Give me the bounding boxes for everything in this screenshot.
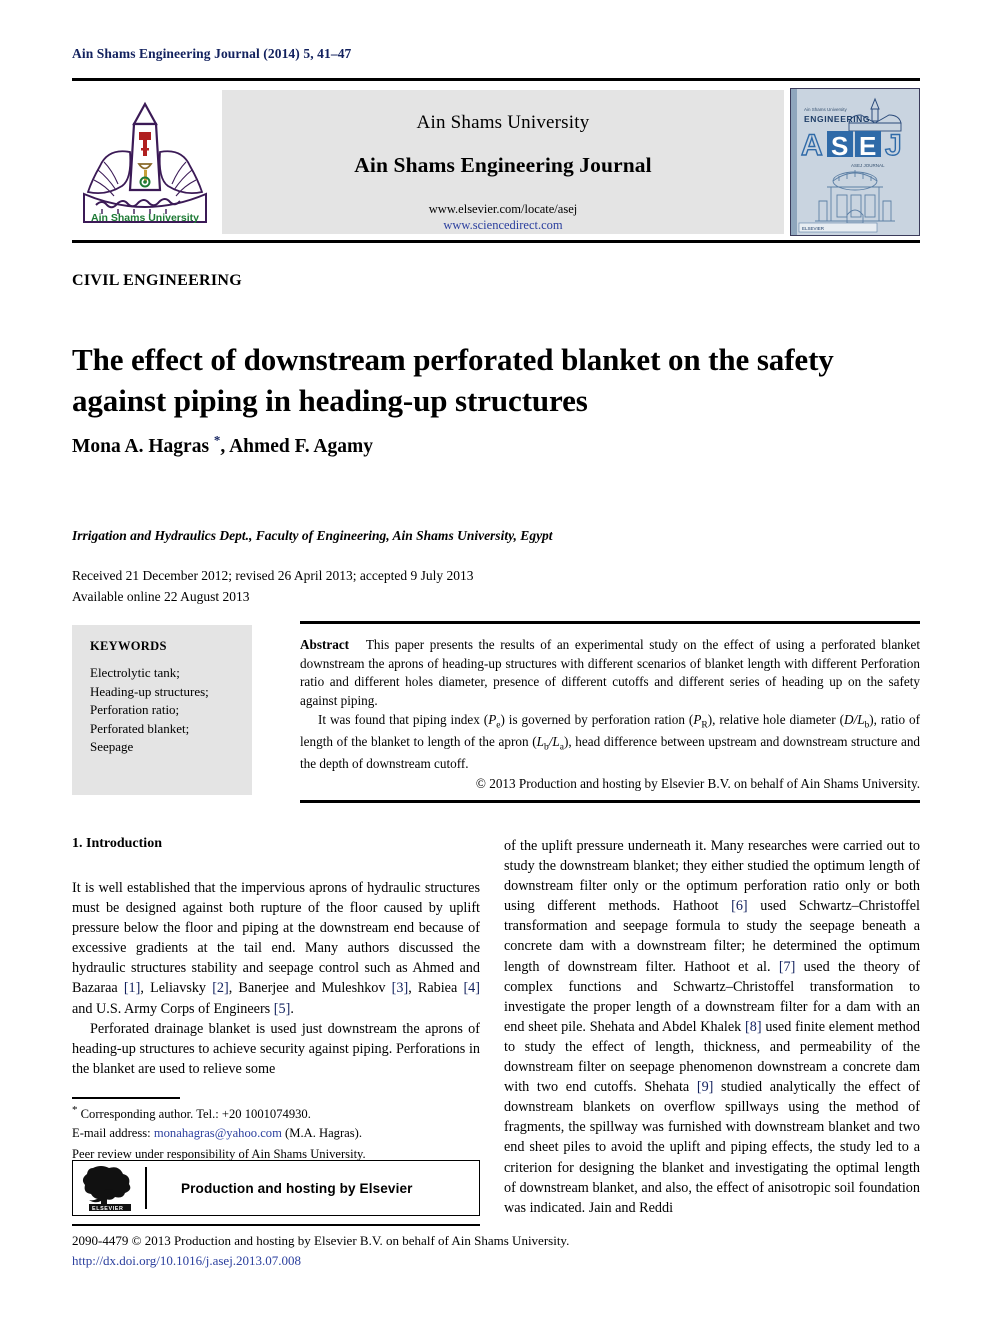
keyword-item: Perforated blanket; — [90, 720, 190, 736]
article-dates: Received 21 December 2012; revised 26 Ap… — [72, 543, 772, 608]
available-online-date: Available online 22 August 2013 — [72, 588, 250, 604]
citation-ref-4[interactable]: [4] — [463, 980, 480, 996]
right-frag-e: studied analytically the effect of downs… — [504, 1079, 921, 1216]
subject-category-label: CIVIL ENGINEERING — [72, 272, 243, 289]
svg-text:ELSEVIER: ELSEVIER — [802, 226, 825, 231]
keyword-item: Heading-up structures; — [90, 683, 209, 699]
keywords-list: Electrolytic tank; Heading-up structures… — [90, 664, 252, 757]
svg-text:ELSEVIER: ELSEVIER — [92, 1206, 123, 1212]
citation-ref-3[interactable]: [3] — [392, 980, 409, 996]
email-label: E-mail address: — [72, 1126, 154, 1141]
intro-frag-d: , Rabiea — [408, 980, 464, 997]
svg-text:S: S — [831, 131, 848, 161]
keywords-panel: KEYWORDS Electrolytic tank; Heading-up s… — [72, 625, 252, 795]
elsevier-production-text: Production and hosting by Elsevier — [181, 1180, 413, 1196]
author-names: Mona A. Hagras *, Ahmed F. Agamy — [72, 432, 374, 457]
keywords-heading: KEYWORDS — [90, 639, 167, 653]
body-column-right: of the uplift pressure underneath it. Ma… — [504, 836, 920, 1218]
symbol-lb2: L — [536, 734, 544, 750]
corresponding-author-note: * Corresponding author. Tel.: +20 100107… — [72, 1102, 482, 1124]
svg-text:J: J — [885, 129, 902, 162]
logo-caption: Ain Shams University — [91, 212, 199, 224]
keyword-item: Electrolytic tank; — [90, 665, 180, 680]
keyword-item: Seepage — [90, 739, 134, 755]
paper-page: Ain Shams Engineering Journal (2014) 5, … — [0, 0, 992, 1323]
abs-frag-b: ) is governed by perforation ration ( — [500, 711, 694, 727]
university-logo: Ain Shams University — [72, 90, 218, 234]
page-title: The effect of downstream perforated blan… — [72, 341, 834, 418]
svg-text:Ain Shams University: Ain Shams University — [804, 107, 848, 112]
citation-ref-5[interactable]: [5] — [274, 1001, 291, 1017]
intro-paragraph-continued: of the uplift pressure underneath it. Ma… — [504, 836, 920, 1218]
elsevier-tree-logo: ELSEVIER — [79, 1164, 141, 1212]
keyword-item: Perforation ratio; — [90, 702, 180, 718]
intro-paragraph-1: It is well established that the impervio… — [72, 878, 480, 1019]
running-head: Ain Shams Engineering Journal (2014) 5, … — [72, 46, 352, 61]
svg-text:A: A — [801, 129, 823, 162]
issn-copyright-line: 2090-4479 © 2013 Production and hosting … — [72, 1233, 570, 1248]
abstract-text-1: This paper presents the results of an ex… — [300, 637, 921, 709]
journal-cover-graphic: Ain Shams University ENGINEERING A S E J… — [791, 89, 919, 235]
abs-frag-a: It was found that piping index ( — [318, 711, 489, 727]
doi-link[interactable]: http://dx.doi.org/10.1016/j.asej.2013.07… — [72, 1251, 672, 1271]
email-suffix: (M.A. Hagras). — [281, 1126, 362, 1141]
email-link[interactable]: monahagras@yahoo.com — [154, 1126, 282, 1140]
elsevier-box-divider — [145, 1167, 147, 1209]
intro-frag-b: , Leliavsky — [140, 980, 213, 997]
footer-block: 2090-4479 © 2013 Production and hosting … — [72, 1231, 672, 1270]
footnote-rule — [72, 1097, 180, 1099]
abstract-paragraph-1: Abstract This paper presents the results… — [300, 636, 920, 711]
author-list: Mona A. Hagras *, Ahmed F. Agamy — [72, 432, 373, 458]
citation-ref-6[interactable]: [6] — [731, 898, 748, 914]
intro-frag-e: and U.S. Army Corps of Engineers — [72, 1000, 274, 1017]
svg-text:ENGINEERING: ENGINEERING — [804, 114, 870, 124]
abstract-heading: Abstract — [300, 637, 350, 652]
intro-frag-c: , Banerjee and Muleshkov — [228, 980, 392, 997]
citation-ref-8[interactable]: [8] — [745, 1019, 762, 1035]
symbol-la: /L — [548, 734, 560, 750]
affiliation: Irrigation and Hydraulics Dept., Faculty… — [72, 528, 553, 543]
abstract-bottom-rule — [300, 800, 920, 803]
masthead-journal-title: Ain Shams Engineering Journal — [354, 153, 652, 177]
citation-ref-1[interactable]: [1] — [124, 980, 141, 996]
journal-masthead: Ain Shams University Ain Shams Universit… — [72, 88, 920, 236]
masthead-bottom-rule — [72, 240, 920, 243]
symbol-lb: /L — [853, 711, 865, 727]
elsevier-production-box: ELSEVIER Production and hosting by Elsev… — [72, 1160, 480, 1216]
symbol-d: D — [844, 711, 854, 727]
footnote-block: * Corresponding author. Tel.: +20 100107… — [72, 1102, 482, 1165]
journal-cover-thumbnail: Ain Shams University ENGINEERING A S E J… — [790, 88, 920, 236]
corresponding-author-marker[interactable]: * — [214, 432, 221, 447]
abstract-block: Abstract This paper presents the results… — [300, 636, 920, 794]
masthead-center-panel: Ain Shams University Ain Shams Engineeri… — [222, 90, 784, 234]
svg-text:ASEJ JOURNAL: ASEJ JOURNAL — [851, 163, 885, 168]
masthead-university: Ain Shams University — [416, 112, 590, 133]
intro-paragraph-2: Perforated drainage blanket is used just… — [72, 1020, 480, 1077]
citation-ref-9[interactable]: [9] — [697, 1079, 714, 1095]
elsevier-tree-icon: ELSEVIER — [82, 1166, 131, 1212]
elsevier-url[interactable]: www.elsevier.com/locate/asej — [222, 202, 784, 217]
footer-rule — [72, 1224, 480, 1226]
abstract-top-rule — [300, 621, 920, 624]
citation-ref-7[interactable]: [7] — [779, 959, 796, 975]
corresponding-text: Corresponding author. Tel.: +20 10010749… — [80, 1107, 311, 1122]
svg-text:E: E — [859, 131, 876, 161]
abstract-paragraph-2: It was found that piping index (Pe) is g… — [300, 711, 920, 774]
intro-frag-f: . — [290, 1000, 294, 1017]
sciencedirect-url[interactable]: www.sciencedirect.com — [222, 218, 784, 233]
email-note: E-mail address: monahagras@yahoo.com (M.… — [72, 1124, 482, 1143]
asterisk-marker: * — [72, 1104, 78, 1116]
citation-ref-2[interactable]: [2] — [212, 980, 229, 996]
abs-frag-c: ), relative hole diameter ( — [707, 711, 844, 727]
abstract-copyright: © 2013 Production and hosting by Elsevie… — [475, 775, 920, 791]
section-heading-introduction: 1. Introduction — [72, 836, 162, 851]
received-date: Received 21 December 2012; revised 26 Ap… — [72, 568, 474, 583]
intro-frag-a: It is well established that the impervio… — [72, 880, 480, 997]
body-column-left: 1. Introduction It is well established t… — [72, 836, 480, 1079]
top-rule — [72, 78, 920, 81]
